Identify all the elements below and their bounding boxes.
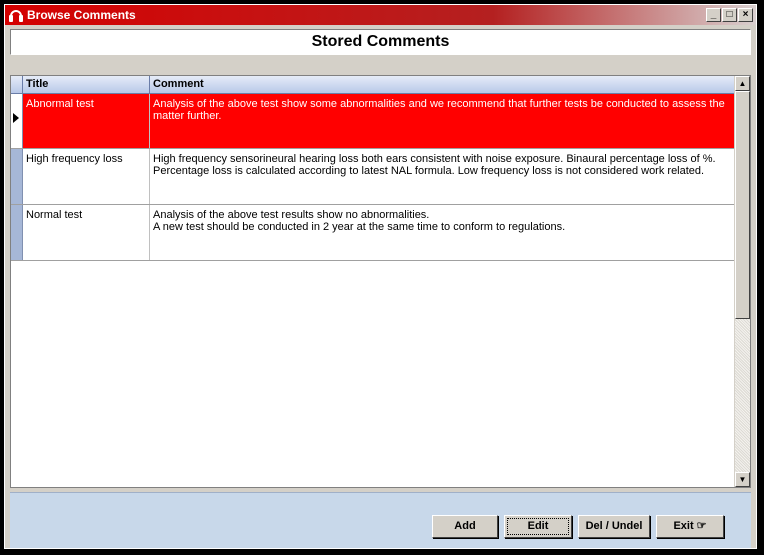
close-button[interactable]: × bbox=[738, 8, 753, 22]
row-title[interactable]: Normal test bbox=[23, 205, 150, 260]
row-title[interactable]: Abnormal test bbox=[23, 94, 150, 148]
title-bar[interactable]: Browse Comments _ □ × bbox=[5, 5, 756, 25]
table-row[interactable]: High frequency loss High frequency senso… bbox=[11, 149, 736, 205]
page-title: Stored Comments bbox=[10, 29, 751, 55]
table-row[interactable]: Normal test Analysis of the above test r… bbox=[11, 205, 736, 261]
window-title: Browse Comments bbox=[27, 8, 136, 22]
headphones-icon bbox=[9, 10, 23, 22]
row-indicator[interactable] bbox=[11, 205, 23, 260]
row-title[interactable]: High frequency loss bbox=[23, 149, 150, 204]
row-comment[interactable]: Analysis of the above test show some abn… bbox=[150, 94, 736, 148]
del-undel-button[interactable]: Del / Undel bbox=[578, 515, 650, 538]
indicator-header bbox=[11, 76, 23, 93]
maximize-button[interactable]: □ bbox=[722, 8, 737, 22]
scroll-up-icon[interactable]: ▲ bbox=[735, 76, 750, 91]
grid-header: Title Comment bbox=[11, 76, 736, 94]
edit-button[interactable]: Edit bbox=[504, 515, 572, 538]
table-row[interactable]: Abnormal test Analysis of the above test… bbox=[11, 94, 736, 149]
comments-grid[interactable]: Title Comment Abnormal test Analysis of … bbox=[10, 75, 751, 488]
scroll-down-icon[interactable]: ▼ bbox=[735, 472, 750, 487]
vertical-scrollbar[interactable]: ▲ ▼ bbox=[734, 76, 750, 487]
scroll-thumb[interactable] bbox=[735, 91, 750, 319]
browse-comments-window: Browse Comments _ □ × Stored Comments Ti… bbox=[4, 4, 757, 549]
column-header-title[interactable]: Title bbox=[23, 76, 150, 93]
row-indicator[interactable] bbox=[11, 94, 23, 148]
row-comment[interactable]: Analysis of the above test results show … bbox=[150, 205, 736, 260]
button-bar: Add Edit Del / Undel Exit ☞ bbox=[10, 492, 751, 548]
row-comment[interactable]: High frequency sensorineural hearing los… bbox=[150, 149, 736, 204]
current-row-arrow-icon bbox=[13, 113, 19, 123]
add-button[interactable]: Add bbox=[432, 515, 498, 538]
exit-button[interactable]: Exit ☞ bbox=[656, 515, 724, 538]
row-indicator[interactable] bbox=[11, 149, 23, 204]
column-header-comment[interactable]: Comment bbox=[150, 76, 736, 93]
minimize-button[interactable]: _ bbox=[706, 8, 721, 22]
